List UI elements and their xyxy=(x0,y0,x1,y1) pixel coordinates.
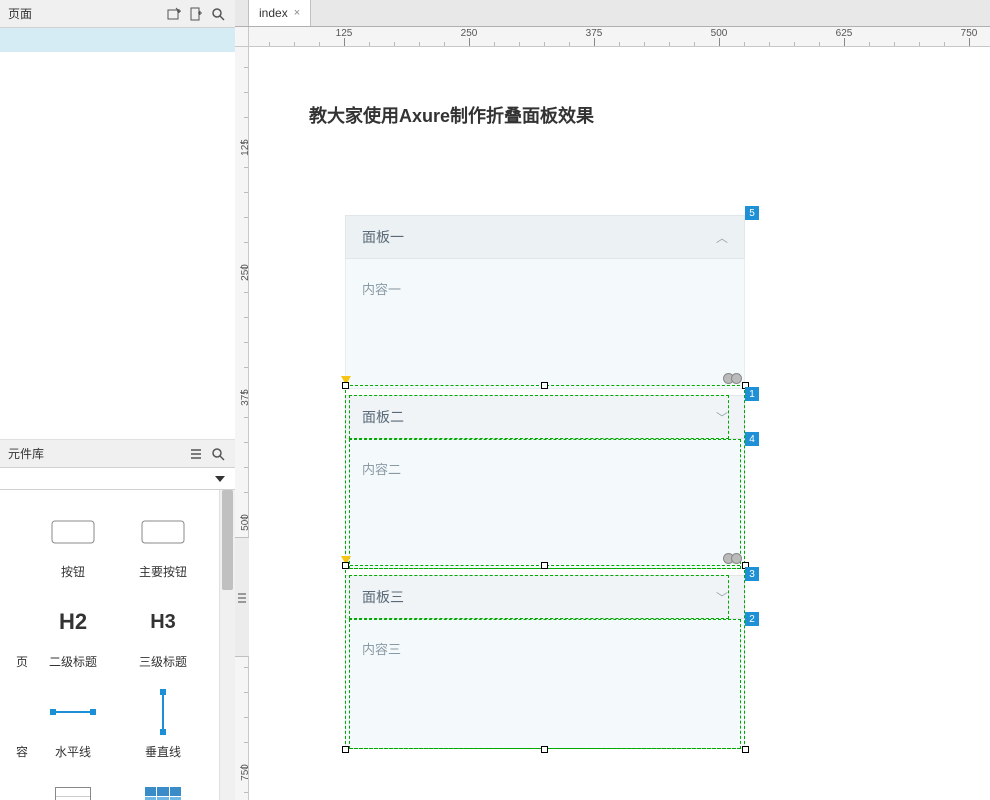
widget-label: 二级标题 xyxy=(49,653,97,670)
h2-glyph: H2 xyxy=(59,609,87,635)
scrollbar-thumb[interactable] xyxy=(222,490,233,590)
accordion-head-label: 面板二 xyxy=(362,407,404,427)
resize-handle[interactable] xyxy=(541,746,548,753)
add-folder-icon[interactable] xyxy=(165,5,183,23)
footnote-badge[interactable]: 1 xyxy=(745,387,759,401)
hline-icon xyxy=(53,711,93,713)
footnote-badge[interactable]: 5 xyxy=(745,206,759,220)
resize-handle[interactable] xyxy=(342,746,349,753)
resize-handle[interactable] xyxy=(541,382,548,389)
widget-vline[interactable]: 垂直线 xyxy=(118,678,208,768)
resize-handle[interactable] xyxy=(342,562,349,569)
footnote-badge[interactable]: 4 xyxy=(745,432,759,446)
tab-label: index xyxy=(259,6,288,20)
widget-lib-title: 元件库 xyxy=(8,445,44,462)
accordion-body-3[interactable]: 内容三 xyxy=(345,619,745,749)
footnote-badge[interactable]: 2 xyxy=(745,612,759,626)
interaction-dots-icon xyxy=(723,553,742,564)
widget-label: 按钮 xyxy=(61,563,85,580)
accordion-body-text: 内容一 xyxy=(362,282,401,297)
widget-lib-dropdown[interactable] xyxy=(0,468,235,490)
widget-lib-scrollbar[interactable] xyxy=(219,490,235,800)
widget-repeater[interactable]: 中继器 xyxy=(118,768,208,800)
resize-handle[interactable] xyxy=(541,562,548,569)
chevron-down-icon xyxy=(215,476,225,482)
search-icon[interactable] xyxy=(209,445,227,463)
add-page-icon[interactable] xyxy=(187,5,205,23)
widget-iframe[interactable]: 内联框架 xyxy=(28,768,118,800)
widget-partial[interactable] xyxy=(0,498,28,588)
pages-tree[interactable] xyxy=(0,28,235,440)
ruler-split-grip[interactable] xyxy=(235,537,249,657)
widget-h3[interactable]: H3 三级标题 xyxy=(118,588,208,678)
widget-lib-header: 元件库 xyxy=(0,440,235,468)
widget-partial-3[interactable]: 容 xyxy=(0,678,28,768)
canvas-tab-bar: index × xyxy=(235,0,990,27)
ruler-horizontal[interactable]: 125250375500625750 xyxy=(249,27,990,47)
accordion-head-2[interactable]: 面板二 ﹀ xyxy=(345,395,745,439)
widget-primary-button[interactable]: 主要按钮 xyxy=(118,498,208,588)
accordion-body-2[interactable]: 内容二 xyxy=(345,439,745,569)
widget-hline[interactable]: 水平线 xyxy=(28,678,118,768)
accordion-body-1[interactable]: 内容一 xyxy=(345,259,745,389)
canvas-stage[interactable]: 教大家使用Axure制作折叠面板效果 面板一 ︿ 内容一 5 面板二 ﹀ 内容二 xyxy=(249,47,990,800)
accordion-body-text: 内容二 xyxy=(362,462,401,477)
widget-lib-body: 按钮 主要按钮 页 H2 二级标题 H3 三级标题 容 xyxy=(0,490,235,800)
resize-handle[interactable] xyxy=(742,746,749,753)
widget-h2[interactable]: H2 二级标题 xyxy=(28,588,118,678)
widget-label: 垂直线 xyxy=(145,743,181,760)
page-title[interactable]: 教大家使用Axure制作折叠面板效果 xyxy=(309,102,594,128)
page-item-selected[interactable] xyxy=(0,28,235,52)
ruler-corner xyxy=(235,27,249,47)
tab-index[interactable]: index × xyxy=(249,0,311,26)
pages-panel-title: 页面 xyxy=(8,5,32,22)
interaction-dots-icon xyxy=(723,373,742,384)
iframe-icon xyxy=(55,787,91,800)
pages-panel-header: 页面 xyxy=(0,0,235,28)
ruler-vertical[interactable]: 125250375500625750 xyxy=(235,47,249,800)
widget-label: 水平线 xyxy=(55,743,91,760)
chevron-up-icon: ︿ xyxy=(716,229,728,246)
chevron-down-icon: ﹀ xyxy=(716,409,728,426)
widget-label: 三级标题 xyxy=(139,653,187,670)
widget-h1-partial[interactable]: 页 xyxy=(0,588,28,678)
accordion-body-text: 内容三 xyxy=(362,642,401,657)
close-icon[interactable]: × xyxy=(294,7,300,19)
widget-label: 主要按钮 xyxy=(139,563,187,580)
accordion-head-label: 面板一 xyxy=(362,227,404,247)
widget-partial-4[interactable]: 反 xyxy=(0,768,28,800)
chevron-down-icon: ﹀ xyxy=(716,589,728,606)
search-icon[interactable] xyxy=(209,5,227,23)
footnote-badge[interactable]: 3 xyxy=(745,567,759,581)
accordion-head-3[interactable]: 面板三 ﹀ xyxy=(345,575,745,619)
vline-icon xyxy=(162,692,164,732)
accordion-head-1[interactable]: 面板一 ︿ xyxy=(345,215,745,259)
menu-icon[interactable] xyxy=(187,445,205,463)
repeater-icon xyxy=(145,787,181,800)
accordion-head-label: 面板三 xyxy=(362,587,404,607)
widget-button[interactable]: 按钮 xyxy=(28,498,118,588)
h3-glyph: H3 xyxy=(150,611,176,634)
resize-handle[interactable] xyxy=(342,382,349,389)
